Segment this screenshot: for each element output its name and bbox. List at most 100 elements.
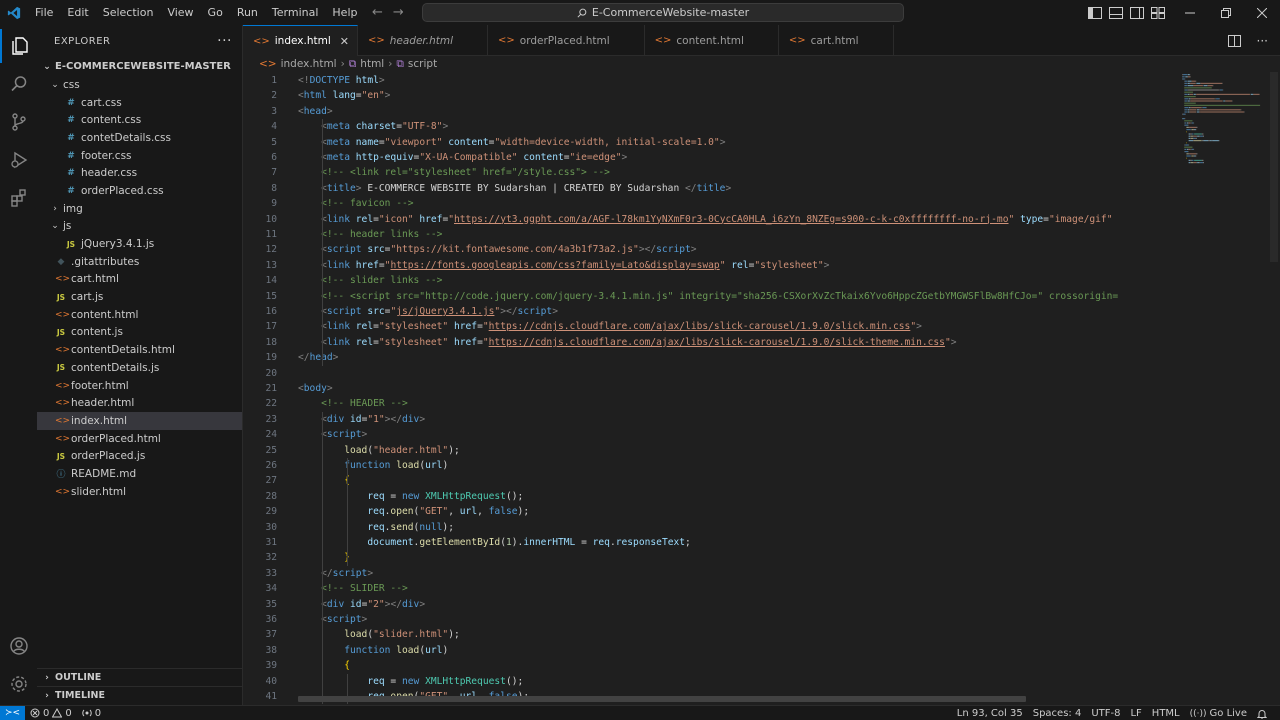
- editor-tab-bar: <> index.html ✕ <> header.html <> orderPlaced.…: [243, 25, 1280, 56]
- tab-cart-html[interactable]: <> cart.html: [779, 25, 894, 56]
- toggle-secondary-sidebar-icon[interactable]: [1130, 6, 1144, 19]
- indentation[interactable]: Spaces: 4: [1028, 708, 1087, 719]
- problems-indicator[interactable]: 0 0: [25, 708, 77, 719]
- tree-file[interactable]: <> index.html: [37, 412, 242, 430]
- close-tab-icon[interactable]: ✕: [340, 35, 349, 48]
- tree-file[interactable]: <> content.html: [37, 306, 242, 324]
- menu-terminal[interactable]: Terminal: [265, 0, 326, 25]
- code-editor[interactable]: 1 <!DOCTYPE html> 2 <html lang="en"> 3 <head>…: [243, 72, 1280, 705]
- tree-file[interactable]: JS jQuery3.4.1.js: [37, 235, 242, 253]
- menu-go[interactable]: Go: [201, 0, 230, 25]
- toggle-panel-icon[interactable]: [1109, 6, 1123, 19]
- tree-file[interactable]: <> cart.html: [37, 271, 242, 289]
- tree-folder[interactable]: ⌄ js: [37, 218, 242, 236]
- breadcrumb-file[interactable]: index.html: [281, 58, 337, 70]
- source-control-icon[interactable]: [0, 105, 37, 139]
- timeline-section[interactable]: › TIMELINE: [37, 686, 243, 704]
- code-text: <script>: [321, 614, 368, 625]
- tree-folder[interactable]: ⌄ css: [37, 76, 242, 94]
- close-window-button[interactable]: [1244, 0, 1280, 25]
- split-editor-icon[interactable]: [1227, 34, 1241, 47]
- menu-view[interactable]: View: [160, 0, 200, 25]
- tree-file[interactable]: # content.css: [37, 111, 242, 129]
- css-file-icon: #: [67, 185, 75, 196]
- tab-header-html[interactable]: <> header.html: [358, 25, 489, 56]
- tree-file[interactable]: # contetDetails.css: [37, 129, 242, 147]
- line-number: 11: [265, 229, 277, 240]
- tree-folder[interactable]: › img: [37, 200, 242, 218]
- tree-file[interactable]: <> contentDetails.html: [37, 341, 242, 359]
- tree-file[interactable]: JS cart.js: [37, 288, 242, 306]
- tree-file[interactable]: # footer.css: [37, 147, 242, 165]
- tree-file[interactable]: JS content.js: [37, 324, 242, 342]
- chevron-down-icon: ⌄: [51, 79, 59, 90]
- more-actions-icon[interactable]: ···: [217, 33, 232, 49]
- code-line: 3 <head>: [243, 104, 1280, 119]
- accounts-icon[interactable]: [0, 629, 37, 663]
- go-live-button[interactable]: ((·)) Go Live: [1185, 708, 1252, 719]
- menu-file[interactable]: File: [28, 0, 60, 25]
- tree-file[interactable]: # header.css: [37, 164, 242, 182]
- broadcast-icon: [81, 709, 92, 717]
- customize-layout-icon[interactable]: [1151, 6, 1165, 19]
- warning-count: 0: [65, 707, 72, 719]
- code-text: req = new XMLHttpRequest();: [367, 675, 524, 687]
- language-mode[interactable]: HTML: [1147, 708, 1185, 719]
- tree-file[interactable]: # cart.css: [37, 94, 242, 112]
- manage-gear-icon[interactable]: [0, 667, 37, 701]
- minimize-button[interactable]: [1172, 0, 1208, 25]
- run-debug-icon[interactable]: [0, 143, 37, 177]
- tree-file[interactable]: JS contentDetails.js: [37, 359, 242, 377]
- code-line: 15 <!-- <script src="http://code.jquery.…: [243, 289, 1280, 304]
- extensions-icon[interactable]: [0, 181, 37, 215]
- tree-file[interactable]: <> footer.html: [37, 377, 242, 395]
- error-count: 0: [43, 707, 50, 719]
- html-file-icon: <>: [55, 486, 71, 497]
- outline-section[interactable]: › OUTLINE: [37, 668, 243, 686]
- breadcrumb-html[interactable]: html: [360, 58, 384, 70]
- tree-file[interactable]: ◆ .gitattributes: [37, 253, 242, 271]
- line-number: 41: [265, 691, 277, 702]
- more-actions-icon[interactable]: ···: [1257, 34, 1268, 48]
- menu-help[interactable]: Help: [325, 0, 364, 25]
- line-number: 3: [271, 105, 277, 117]
- toggle-primary-sidebar-icon[interactable]: [1088, 6, 1102, 19]
- tab-orderPlaced-html[interactable]: <> orderPlaced.html: [488, 25, 645, 56]
- css-file-icon: #: [67, 115, 75, 126]
- tree-file[interactable]: JS orderPlaced.js: [37, 447, 242, 465]
- code-text: <!-- slider links -->: [321, 275, 443, 287]
- menu-selection[interactable]: Selection: [96, 0, 161, 25]
- explorer-icon[interactable]: [0, 29, 37, 63]
- menu-run[interactable]: Run: [230, 0, 265, 25]
- tree-file[interactable]: <> orderPlaced.html: [37, 430, 242, 448]
- encoding[interactable]: UTF-8: [1086, 708, 1125, 719]
- tab-content-html[interactable]: <> content.html: [645, 25, 779, 56]
- cursor-position[interactable]: Ln 93, Col 35: [952, 708, 1028, 719]
- breadcrumb-script[interactable]: script: [408, 58, 437, 70]
- command-center-search[interactable]: E-CommerceWebsite-master: [422, 3, 904, 22]
- workspace-folder[interactable]: ⌄ E-COMMERCEWEBSITE-MASTER: [37, 57, 242, 76]
- css-file-icon: #: [67, 168, 75, 179]
- tree-file[interactable]: ⓘ README.md: [37, 465, 242, 483]
- html-file-icon: <>: [55, 274, 71, 285]
- back-arrow-icon[interactable]: ←: [372, 5, 383, 20]
- end-of-line[interactable]: LF: [1125, 708, 1146, 719]
- remote-indicator-icon[interactable]: ≻<: [0, 705, 25, 720]
- notifications-bell-icon[interactable]: [1252, 709, 1272, 719]
- maximize-button[interactable]: [1208, 0, 1244, 25]
- line-number: 2: [271, 90, 277, 102]
- minimap[interactable]: [1178, 72, 1270, 232]
- tree-file[interactable]: # orderPlaced.css: [37, 182, 242, 200]
- tree-file[interactable]: <> slider.html: [37, 483, 242, 501]
- tree-item-label: contetDetails.css: [81, 131, 171, 144]
- horizontal-scrollbar[interactable]: [298, 696, 1026, 702]
- ports-indicator[interactable]: 0: [77, 708, 106, 719]
- tree-item-label: contentDetails.js: [71, 361, 160, 374]
- code-line: 7 <!-- <link rel="stylesheet" href="/sty…: [243, 165, 1280, 180]
- vertical-scrollbar[interactable]: [1270, 72, 1278, 262]
- forward-arrow-icon[interactable]: →: [393, 5, 404, 20]
- menu-edit[interactable]: Edit: [60, 0, 95, 25]
- tree-file[interactable]: <> header.html: [37, 394, 242, 412]
- tab-index-html[interactable]: <> index.html ✕: [243, 25, 358, 56]
- search-icon[interactable]: [0, 67, 37, 101]
